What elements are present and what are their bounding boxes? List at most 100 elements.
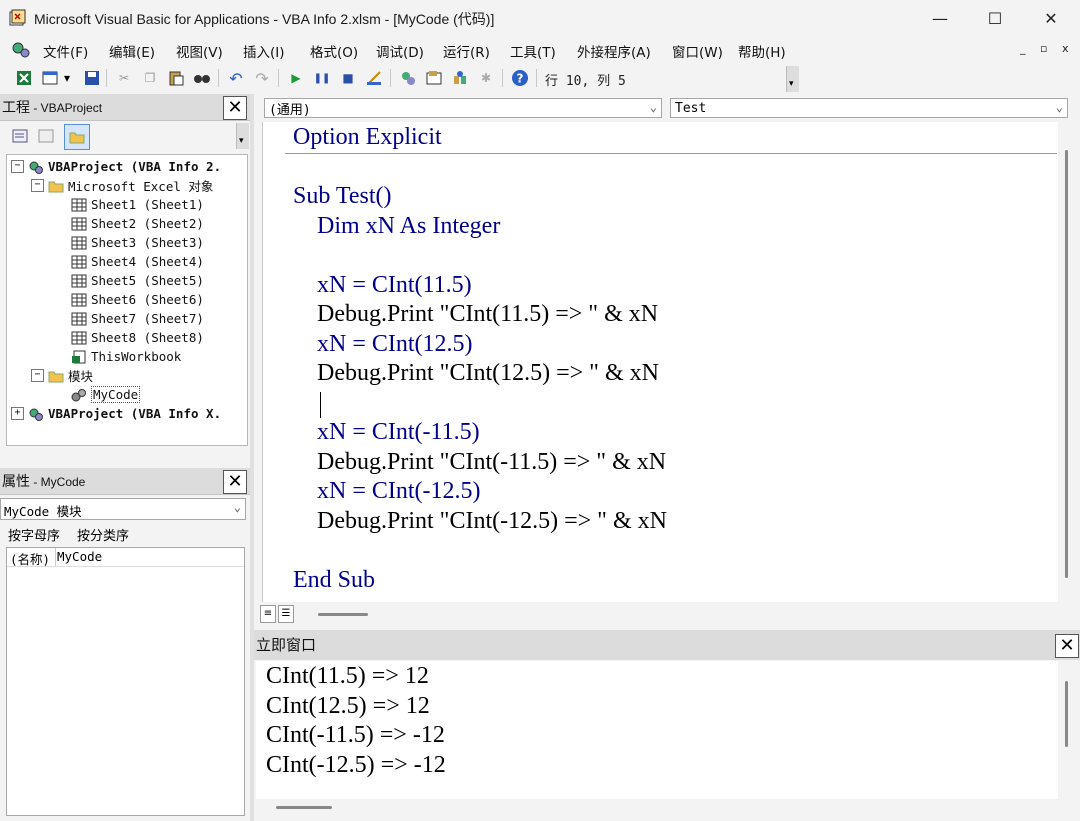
cursor-position: 行 10, 列 5 — [545, 74, 626, 89]
paste-icon[interactable] — [166, 68, 186, 88]
tree-item-sheet8[interactable]: Sheet8 (Sheet8) — [71, 328, 204, 347]
properties-panel-close-button[interactable]: ✕ — [223, 470, 247, 494]
sheet-icon — [71, 331, 87, 345]
menu-run[interactable]: 运行(R) — [443, 41, 490, 61]
tree-item-sheet5[interactable]: Sheet5 (Sheet5) — [71, 271, 204, 290]
help-icon[interactable]: ? — [510, 68, 530, 88]
object-browser-icon[interactable] — [450, 68, 470, 88]
object-combo[interactable]: (通用) ⌄ — [264, 98, 662, 118]
tab-alphabetic[interactable]: 按字母序 — [8, 525, 60, 544]
tree-item-thisworkbook[interactable]: ThisWorkbook — [71, 347, 181, 366]
project-explorer-icon[interactable] — [398, 68, 418, 88]
workbook-icon — [71, 350, 87, 364]
panel-splitter[interactable] — [250, 94, 254, 821]
code-line: Dim xN As Integer — [293, 213, 501, 239]
code-horizontal-scrollbar[interactable] — [318, 613, 368, 616]
code-line: Debug.Print "CInt(11.5) => " & xN — [293, 301, 659, 327]
property-value[interactable]: MyCode — [57, 549, 102, 564]
menu-addins[interactable]: 外接程序(A) — [577, 41, 651, 61]
minimize-button[interactable]: — — [915, 0, 965, 36]
project-toolbar-options[interactable]: ▾ — [236, 123, 249, 149]
menu-insert[interactable]: 插入(I) — [243, 41, 285, 61]
toolbar-options-button[interactable]: ▾ — [786, 66, 799, 92]
design-mode-icon[interactable] — [364, 68, 384, 88]
tree-item-sheet7[interactable]: Sheet7 (Sheet7) — [71, 309, 204, 328]
tree-item-vbaproject-info2[interactable]: − VBAProject (VBA Info 2. — [11, 157, 221, 176]
tree-item-label: Sheet7 (Sheet7) — [91, 311, 204, 326]
immediate-window-title: 立即窗口 — [256, 636, 317, 654]
tab-categorized[interactable]: 按分类序 — [77, 525, 129, 544]
tree-item-sheet4[interactable]: Sheet4 (Sheet4) — [71, 252, 204, 271]
view-object-icon[interactable] — [36, 126, 56, 146]
tree-item-modules[interactable]: − 模块 — [31, 366, 93, 385]
tree-item-sheet2[interactable]: Sheet2 (Sheet2) — [71, 214, 204, 233]
tree-item-label: Sheet4 (Sheet4) — [91, 254, 204, 269]
immediate-window-close-button[interactable]: ✕ — [1055, 634, 1079, 658]
menu-window[interactable]: 窗口(W) — [672, 41, 723, 61]
collapse-toggle[interactable]: − — [11, 160, 24, 173]
collapse-toggle[interactable]: − — [31, 179, 44, 192]
code-vertical-scrollbar[interactable] — [1058, 122, 1076, 602]
redo-icon[interactable]: ↷ — [252, 68, 272, 88]
sheet-icon — [71, 198, 87, 212]
procedure-view-icon[interactable]: ≡ — [260, 605, 276, 623]
cut-icon[interactable]: ✂ — [114, 68, 134, 88]
properties-panel-header: 属性 - MyCode — [0, 468, 250, 495]
menu-help[interactable]: 帮助(H) — [738, 41, 786, 61]
module-icon — [71, 388, 87, 402]
menu-file[interactable]: 文件(F) — [43, 41, 88, 61]
tree-item-mycode[interactable]: MyCode — [71, 385, 141, 404]
collapse-toggle[interactable]: − — [31, 369, 44, 382]
expand-toggle[interactable]: + — [11, 407, 24, 420]
find-icon[interactable] — [192, 68, 212, 88]
save-icon[interactable] — [82, 68, 102, 88]
menu-view[interactable]: 视图(V) — [176, 41, 223, 61]
menu-format[interactable]: 格式(O) — [310, 41, 358, 61]
full-module-view-icon[interactable]: ☰ — [278, 605, 294, 623]
menu-edit[interactable]: 编辑(E) — [109, 41, 155, 61]
menu-debug[interactable]: 调试(D) — [376, 41, 424, 61]
standard-toolbar: ▾ ✂ ❐ ↶ ↷ ▶ ❚❚ ■ ✱ ? 行 10, 列 5 ▾ — [0, 64, 800, 92]
run-icon[interactable]: ▶ — [286, 68, 306, 88]
code-line: xN = CInt(-12.5) — [293, 478, 481, 504]
folder-icon — [48, 369, 64, 383]
mdi-minimize-button[interactable]: _ — [1020, 42, 1026, 55]
reset-icon[interactable]: ■ — [338, 68, 358, 88]
tree-item-sheet6[interactable]: Sheet6 (Sheet6) — [71, 290, 204, 309]
tree-item-sheet1[interactable]: Sheet1 (Sheet1) — [71, 195, 204, 214]
undo-icon[interactable]: ↶ — [226, 68, 246, 88]
view-code-icon[interactable] — [10, 126, 30, 146]
excel-view-icon[interactable] — [14, 68, 34, 88]
toggle-folders-icon[interactable] — [64, 124, 90, 150]
code-line: xN = CInt(11.5) — [293, 272, 472, 298]
vba-menu-icon[interactable] — [10, 40, 32, 60]
tree-item-sheet3[interactable]: Sheet3 (Sheet3) — [71, 233, 204, 252]
insert-dropdown-icon[interactable]: ▾ — [60, 68, 74, 88]
tree-item-label: Sheet8 (Sheet8) — [91, 330, 204, 345]
mdi-restore-button[interactable]: ▫ — [1040, 42, 1047, 55]
properties-window-icon[interactable] — [424, 68, 444, 88]
immediate-vertical-scrollbar[interactable] — [1058, 661, 1076, 799]
copy-icon[interactable]: ❐ — [140, 68, 160, 88]
object-selector[interactable]: MyCode 模块 ⌄ — [0, 498, 246, 520]
toolbox-icon[interactable]: ✱ — [476, 68, 496, 88]
sheet-icon — [71, 236, 87, 250]
immediate-horizontal-scrollbar[interactable] — [256, 799, 1076, 819]
immediate-window[interactable]: CInt(11.5) => 12 CInt(12.5) => 12 CInt(-… — [256, 661, 1058, 799]
maximize-button[interactable]: ☐ — [970, 0, 1020, 36]
procedure-combo[interactable]: Test ⌄ — [670, 98, 1068, 118]
project-panel-close-button[interactable]: ✕ — [223, 96, 247, 120]
break-icon[interactable]: ❚❚ — [312, 68, 332, 88]
vba-app-icon[interactable] — [8, 8, 28, 28]
code-editor[interactable]: Option Explicit Sub Test() Dim xN As Int… — [262, 122, 1059, 602]
tree-item-excel-objects[interactable]: − Microsoft Excel 对象 — [31, 176, 213, 195]
immediate-output-line: CInt(12.5) => 12 — [266, 693, 430, 719]
mdi-close-button[interactable]: x — [1062, 42, 1069, 55]
property-row[interactable]: (名称) MyCode — [7, 548, 244, 567]
menu-tools[interactable]: 工具(T) — [510, 41, 556, 61]
close-button[interactable]: ✕ — [1026, 0, 1076, 36]
tree-item-vbaproject-infox[interactable]: + VBAProject (VBA Info X. — [11, 404, 221, 423]
tree-item-label: MyCode — [91, 386, 141, 403]
insert-userform-icon[interactable] — [40, 68, 60, 88]
immediate-output-line: CInt(-12.5) => -12 — [266, 752, 446, 778]
